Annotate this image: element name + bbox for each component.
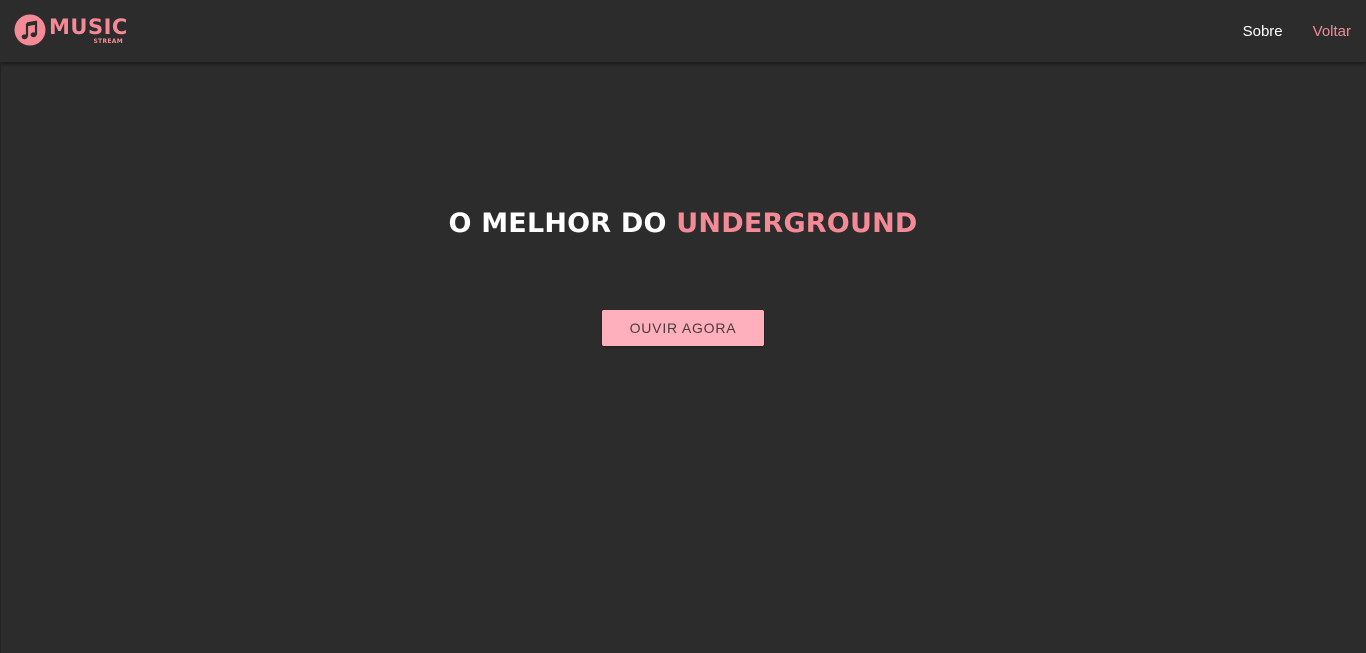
hero-title-accent: UNDERGROUND — [676, 208, 918, 239]
logo-title: MUSIC — [49, 15, 128, 39]
nav-links: Sobre Voltar — [1213, 0, 1351, 63]
hero-title: O MELHOR DO UNDERGROUND — [0, 206, 1366, 242]
logo-link[interactable]: MUSIC STREAM — [14, 13, 127, 47]
logo-text: MUSIC STREAM — [49, 13, 127, 47]
hero-section: O MELHOR DO UNDERGROUND OUVIR AGORA — [0, 64, 1366, 653]
logo-subtitle: STREAM — [93, 38, 123, 45]
navbar: MUSIC STREAM Sobre Voltar — [0, 0, 1366, 63]
hero-title-prefix: O MELHOR DO — [448, 208, 667, 239]
music-note-icon — [14, 14, 46, 46]
listen-now-button[interactable]: OUVIR AGORA — [602, 310, 764, 346]
nav-link-sobre[interactable]: Sobre — [1243, 23, 1283, 40]
nav-link-voltar[interactable]: Voltar — [1313, 23, 1351, 40]
